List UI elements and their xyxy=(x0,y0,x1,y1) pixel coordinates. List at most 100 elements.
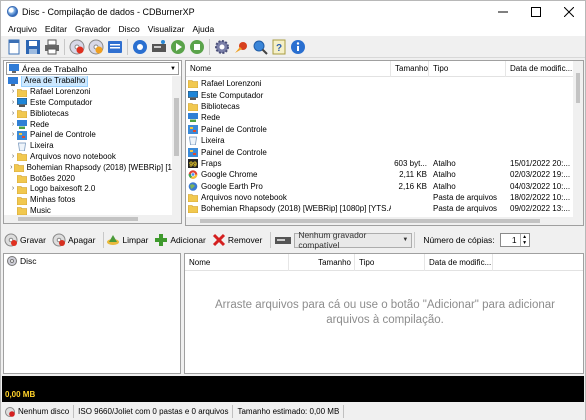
print-button[interactable] xyxy=(43,38,61,56)
minimize-button[interactable] xyxy=(486,1,519,22)
menu-ajuda[interactable]: Ajuda xyxy=(188,24,218,34)
desktop-icon xyxy=(8,76,18,86)
options-button[interactable] xyxy=(213,38,231,56)
chevron-right-icon[interactable]: › xyxy=(9,130,17,140)
stop-button[interactable] xyxy=(188,38,206,56)
chevron-right-icon[interactable]: › xyxy=(9,184,17,194)
tree-item[interactable]: › Rafael Lorenzoni xyxy=(4,87,172,98)
comp-column-date[interactable]: Data de modific... xyxy=(425,254,493,271)
tree-vertical-scrollbar[interactable] xyxy=(172,76,181,217)
action-separator xyxy=(414,232,416,248)
file-row[interactable]: Bohemian Rhapsody (2018) [WEBRip] [1080p… xyxy=(186,203,574,214)
file-row[interactable]: Rede xyxy=(186,112,574,123)
limpar-label: Limpar xyxy=(122,235,149,245)
search-button[interactable] xyxy=(251,38,269,56)
tree-item[interactable]: › Este Computador xyxy=(4,98,172,109)
recycle-bin-icon xyxy=(188,136,198,146)
location-combobox[interactable]: Área de Trabalho ▼ xyxy=(6,62,179,75)
control-panel-icon xyxy=(17,130,27,140)
file-name-cell: 99 Fraps xyxy=(186,158,391,168)
file-row[interactable]: Painel de Controle xyxy=(186,146,574,157)
computer-icon xyxy=(17,98,27,108)
disc-root-node[interactable]: Disc xyxy=(4,254,180,268)
tree-item[interactable]: Área de Trabalho xyxy=(4,76,172,88)
files-horizontal-scrollbar[interactable] xyxy=(186,217,583,225)
scroll-thumb[interactable] xyxy=(200,219,540,223)
status-size-text: Tamanho estimado: 0,00 MB xyxy=(237,407,340,416)
tree-item[interactable]: › Bohemian Rhapsody (2018) [WEBRip] [1 xyxy=(4,162,172,173)
copies-stepper[interactable]: 1 ▲ ▼ xyxy=(499,233,530,247)
copies-value: 1 xyxy=(511,235,517,245)
comp-column-size[interactable]: Tamanho xyxy=(289,254,355,271)
import-session-button[interactable] xyxy=(131,38,149,56)
maximize-button[interactable] xyxy=(519,1,552,22)
chevron-right-icon[interactable]: › xyxy=(9,152,17,162)
file-row[interactable]: Google Chrome 2,11 KB Atalho 02/03/2022 19:… xyxy=(186,169,574,180)
close-button[interactable] xyxy=(552,1,585,22)
limpar-button[interactable]: Limpar xyxy=(106,233,148,247)
tools-button[interactable] xyxy=(232,38,250,56)
chevron-right-icon[interactable]: › xyxy=(9,120,17,130)
erase-disc-button[interactable] xyxy=(87,38,105,56)
column-header-date[interactable]: Data de modific... xyxy=(506,61,574,77)
file-row[interactable]: Arquivos novo notebook Pasta de arquivos 1… xyxy=(186,192,574,203)
compilation-pane[interactable]: Nome Tamanho Tipo Data de modific... Arr… xyxy=(184,253,584,374)
tree-item[interactable]: Minhas fotos xyxy=(4,195,172,206)
tree-item[interactable]: › Bibliotecas xyxy=(4,108,172,119)
stepper-arrows-icon[interactable]: ▲ ▼ xyxy=(519,234,529,246)
folder-icon xyxy=(188,79,198,89)
file-row[interactable]: Este Computador xyxy=(186,89,574,100)
adicionar-button[interactable]: Adicionar xyxy=(154,233,206,247)
remover-button[interactable]: Remover xyxy=(212,233,262,247)
tree-item[interactable]: › Arquivos novo notebook xyxy=(4,152,172,163)
file-type: Pasta de arquivos xyxy=(433,204,498,214)
help-button[interactable]: ? xyxy=(270,38,288,56)
scroll-thumb[interactable] xyxy=(18,217,138,221)
file-row[interactable]: Bibliotecas xyxy=(186,101,574,112)
files-vertical-scrollbar[interactable] xyxy=(573,61,583,219)
menu-gravador[interactable]: Gravador xyxy=(71,24,114,34)
tree-item[interactable]: Botões 2020 xyxy=(4,173,172,184)
comp-column-type[interactable]: Tipo xyxy=(355,254,425,271)
disc-info-icon xyxy=(108,40,122,53)
close-icon xyxy=(563,6,574,17)
tree-item[interactable]: › Painel de Controle xyxy=(4,130,172,141)
folder-icon xyxy=(17,196,27,205)
scroll-thumb[interactable] xyxy=(576,73,580,103)
file-type: Atalho xyxy=(433,181,456,191)
play-button[interactable] xyxy=(169,38,187,56)
burn-disc-button[interactable] xyxy=(68,38,86,56)
file-row[interactable]: 99 Fraps 603 byt... Atalho 15/01/2022 20:... xyxy=(186,158,574,169)
file-date: 02/03/2022 19:... xyxy=(510,170,571,180)
chevron-right-icon[interactable]: › xyxy=(9,109,17,119)
column-header-size[interactable]: Tamanho xyxy=(391,61,429,77)
recorder-select[interactable]: Nenhum gravador compatível ▼ xyxy=(294,230,413,250)
chevron-right-icon[interactable]: › xyxy=(9,87,17,97)
new-compilation-button[interactable] xyxy=(5,38,23,56)
scroll-thumb[interactable] xyxy=(174,98,179,156)
about-button[interactable] xyxy=(289,38,307,56)
file-row[interactable]: Painel de Controle xyxy=(186,124,574,135)
chevron-right-icon[interactable]: › xyxy=(9,98,17,108)
comp-column-name[interactable]: Nome xyxy=(185,254,289,271)
menu-arquivo[interactable]: Arquivo xyxy=(4,24,41,34)
file-row[interactable]: Lixeira xyxy=(186,135,574,146)
apagar-button[interactable]: Apagar xyxy=(52,233,95,247)
eject-button[interactable] xyxy=(150,38,168,56)
menu-visualizar[interactable]: Visualizar xyxy=(144,24,189,34)
menu-editar[interactable]: Editar xyxy=(41,24,71,34)
disc-icon xyxy=(7,256,17,266)
tree-item[interactable]: Lixeira xyxy=(4,141,172,152)
column-header-type[interactable]: Tipo xyxy=(429,61,506,77)
disc-info-button[interactable] xyxy=(106,38,124,56)
tree-item[interactable]: › Logo baixesoft 2.0 xyxy=(4,184,172,195)
file-row[interactable]: Rafael Lorenzoni xyxy=(186,78,574,89)
column-header-name[interactable]: Nome xyxy=(186,61,391,77)
apagar-label: Apagar xyxy=(67,235,96,245)
tree-horizontal-scrollbar[interactable] xyxy=(4,215,181,223)
tree-item[interactable]: › Rede xyxy=(4,119,172,130)
gravar-button[interactable]: Gravar xyxy=(4,233,46,247)
menu-disco[interactable]: Disco xyxy=(114,24,143,34)
file-row[interactable]: Google Earth Pro 2,16 KB Atalho 04/03/2022 … xyxy=(186,181,574,192)
save-button[interactable] xyxy=(24,38,42,56)
